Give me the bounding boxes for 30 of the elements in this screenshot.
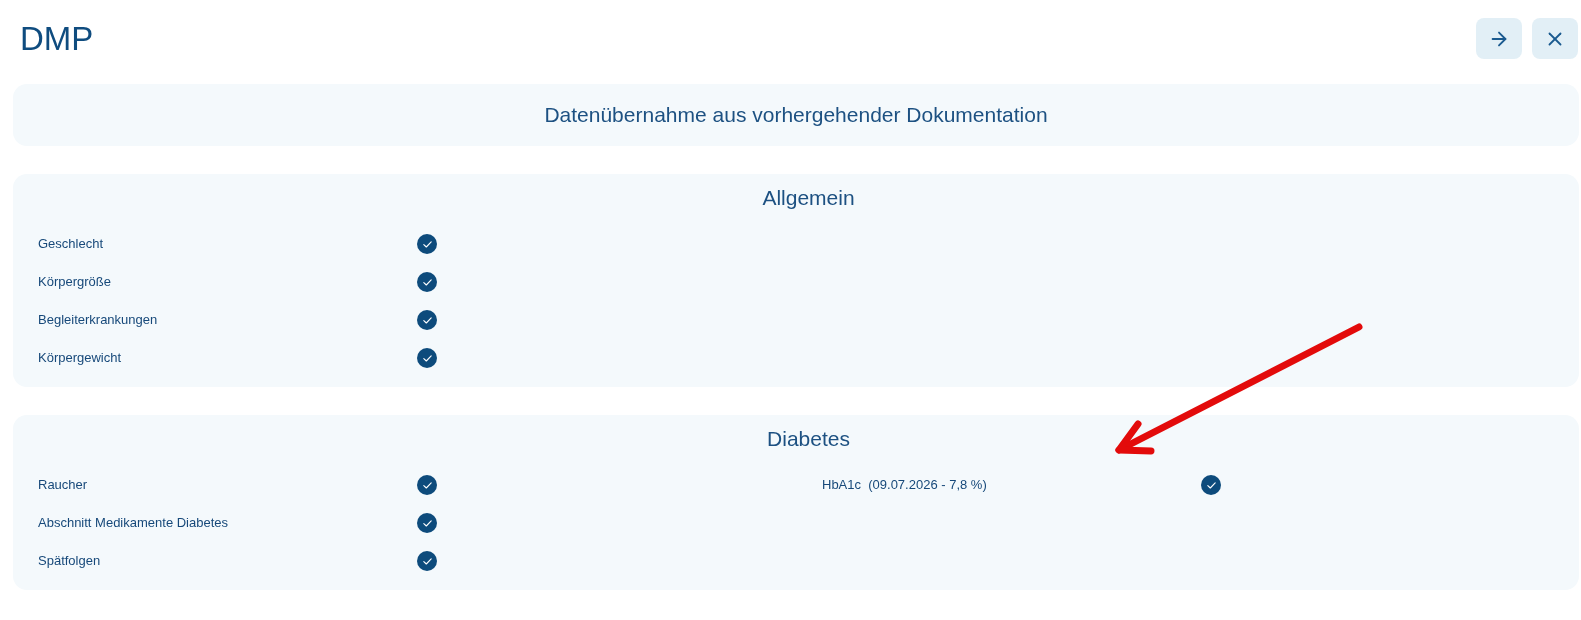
section-title: Allgemein xyxy=(762,185,855,211)
panel-heading: Datenübernahme aus vorhergehender Dokumentation xyxy=(544,102,1048,129)
checkbox[interactable] xyxy=(417,348,437,368)
check-icon xyxy=(422,519,432,527)
item-label: Begleiterkrankungen xyxy=(38,311,159,330)
check-icon xyxy=(422,240,432,248)
checkbox[interactable] xyxy=(417,310,437,330)
close-button[interactable] xyxy=(1532,18,1578,59)
checkbox[interactable] xyxy=(417,475,437,495)
check-icon xyxy=(422,354,432,362)
checkbox[interactable] xyxy=(417,551,437,571)
checkbox[interactable] xyxy=(1201,475,1221,495)
next-button[interactable] xyxy=(1476,18,1522,59)
checkbox[interactable] xyxy=(417,513,437,533)
check-icon xyxy=(422,481,432,489)
section-title: Diabetes xyxy=(767,426,850,452)
page-title: DMP xyxy=(20,19,94,59)
item-label: Spätfolgen xyxy=(38,552,102,571)
item-label: Körpergröße xyxy=(38,273,112,292)
check-icon xyxy=(422,557,432,565)
check-icon xyxy=(422,278,432,286)
item-label: Körpergewicht xyxy=(38,349,123,368)
item-label: Geschlecht xyxy=(38,235,105,254)
checkbox[interactable] xyxy=(417,272,437,292)
item-label: HbA1c (09.07.2026 - 7,8 %) xyxy=(822,476,988,495)
checkbox[interactable] xyxy=(417,234,437,254)
item-label: Abschnitt Medikamente Diabetes xyxy=(38,514,230,533)
item-label: Raucher xyxy=(38,476,89,495)
check-icon xyxy=(1206,481,1216,489)
check-icon xyxy=(422,316,432,324)
